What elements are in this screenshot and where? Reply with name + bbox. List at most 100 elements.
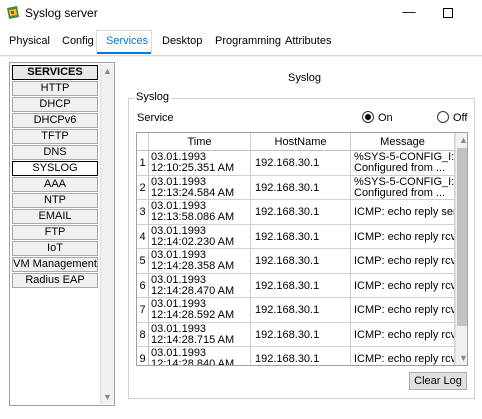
sidebar-scrollbar[interactable]: ▲ ▼: [100, 64, 114, 404]
tab-physical[interactable]: Physical: [9, 35, 50, 47]
cell-message-line1: ICMP: echo reply rcv...: [354, 304, 455, 316]
sidebar-item-syslog[interactable]: SYSLOG: [12, 161, 98, 176]
syslog-server-window: Syslog server — Physical Config Services…: [0, 0, 482, 419]
sidebar-item-ftp[interactable]: FTP: [12, 225, 98, 240]
scroll-up-icon[interactable]: ▲: [103, 66, 112, 76]
cell-time: 03.01.1993 12:14:28.358 AM: [149, 249, 251, 273]
table-row[interactable]: 7 03.01.1993 12:14:28.592 AM 192.168.30.1 IC…: [137, 298, 455, 323]
service-off-label[interactable]: Off: [453, 112, 467, 124]
table-row[interactable]: 1 03.01.1993 12:10:25.351 AM 192.168.30.1 %S…: [137, 151, 455, 176]
syslog-group-label: Syslog: [134, 91, 172, 103]
cell-message: ICMP: echo reply rcv...: [351, 273, 455, 297]
table-row[interactable]: 5 03.01.1993 12:14:28.358 AM 192.168.30.1 IC…: [137, 249, 455, 274]
cell-hostname: 192.168.30.1: [251, 175, 351, 199]
cell-clock: 12:14:28.840 AM: [151, 358, 235, 366]
cell-message-line2: Configured from ...: [354, 162, 446, 174]
service-label: Service: [137, 112, 174, 124]
services-list: SERVICES HTTP DHCP DHCPv6 TFTP DNS SYSLO…: [11, 64, 99, 288]
sidebar-item-vm-management[interactable]: VM Management: [12, 257, 98, 272]
cell-message: %SYS-5-CONFIG_I: Configured from ...: [351, 151, 455, 175]
cell-hostname: 192.168.30.1: [251, 200, 351, 224]
cell-hostname: 192.168.30.1: [251, 347, 351, 365]
cell-message: ICMP: echo reply rcv...: [351, 298, 455, 322]
cell-message-line1: ICMP: echo reply rcv...: [354, 328, 455, 341]
column-header-hostname[interactable]: HostName: [251, 133, 351, 151]
page-title: Syslog: [288, 72, 322, 84]
cell-hostname: 192.168.30.1: [251, 249, 351, 273]
scrollbar-thumb[interactable]: [457, 148, 467, 326]
row-index: 7: [137, 298, 149, 322]
sidebar-item-dns[interactable]: DNS: [12, 145, 98, 160]
cell-time: 03.01.1993 12:10:25.351 AM: [149, 151, 251, 175]
sidebar-item-radius-eap[interactable]: Radius EAP: [12, 273, 98, 288]
minimize-button[interactable]: —: [389, 0, 429, 26]
sidebar-item-email[interactable]: EMAIL: [12, 209, 98, 224]
tab-active-indicator: [97, 52, 151, 54]
cell-hostname: 192.168.30.1: [251, 322, 351, 346]
cell-message-line1: ICMP: echo reply rcv...: [354, 353, 455, 365]
table-row[interactable]: 9 03.01.1993 12:14:28.840 AM 192.168.30.1 IC…: [137, 347, 455, 366]
service-on-label[interactable]: On: [378, 112, 393, 124]
tab-desktop[interactable]: Desktop: [162, 35, 202, 47]
cell-date: 03.01.1993: [151, 175, 207, 188]
cell-clock: 12:14:28.592 AM: [151, 309, 235, 321]
scroll-down-icon[interactable]: ▼: [103, 392, 112, 402]
maximize-icon: [443, 8, 453, 18]
syslog-table: Time HostName Message 1 03.01.1993 12:10:2…: [136, 132, 468, 366]
sidebar-item-iot[interactable]: IoT: [12, 241, 98, 256]
cell-message: %SYS-5-CONFIG_I: Configured from ...: [351, 175, 455, 199]
cell-time: 03.01.1993 12:14:28.592 AM: [149, 298, 251, 322]
services-header: SERVICES: [12, 65, 98, 80]
table-row[interactable]: 4 03.01.1993 12:14:02.230 AM 192.168.30.1 IC…: [137, 224, 455, 249]
table-body: 1 03.01.1993 12:10:25.351 AM 192.168.30.1 %S…: [137, 151, 455, 366]
tab-services[interactable]: Services: [106, 35, 148, 47]
services-sidebar: SERVICES HTTP DHCP DHCPv6 TFTP DNS SYSLO…: [9, 62, 115, 406]
cell-clock: 12:13:24.584 AM: [151, 186, 235, 199]
sidebar-item-tftp[interactable]: TFTP: [12, 129, 98, 144]
cell-time: 03.01.1993 12:13:58.086 AM: [149, 200, 251, 224]
cell-hostname: 192.168.30.1: [251, 273, 351, 297]
maximize-button[interactable]: [428, 0, 468, 26]
cell-message-line1: ICMP: echo reply sent...: [354, 206, 454, 218]
table-row[interactable]: 8 03.01.1993 12:14:28.715 AM 192.168.30.1 IC…: [137, 322, 455, 347]
table-row[interactable]: 2 03.01.1993 12:13:24.584 AM 192.168.30.1 %S…: [137, 175, 455, 200]
scroll-down-icon[interactable]: ▼: [459, 353, 467, 363]
clear-log-button[interactable]: Clear Log: [409, 372, 467, 390]
cell-clock: 12:14:28.470 AM: [151, 284, 235, 297]
table-scrollbar[interactable]: ▲ ▼: [455, 133, 467, 365]
row-index: 1: [137, 151, 149, 175]
tab-attributes[interactable]: Attributes: [285, 35, 331, 47]
column-header-message[interactable]: Message: [351, 133, 455, 151]
cell-message-line1: ICMP: echo reply rcv...: [354, 255, 455, 267]
row-index: 8: [137, 322, 149, 346]
cell-message-line2: Configured from ...: [354, 186, 446, 199]
packet-tracer-app-icon: [7, 6, 19, 19]
cell-clock: 12:14:28.715 AM: [151, 333, 235, 346]
column-header-index: [137, 133, 149, 151]
sidebar-item-dhcpv6[interactable]: DHCPv6: [12, 113, 98, 128]
tab-programming[interactable]: Programming: [215, 35, 281, 47]
cell-hostname: 192.168.30.1: [251, 298, 351, 322]
cell-date: 03.01.1993: [151, 224, 207, 237]
row-index: 6: [137, 273, 149, 297]
cell-clock: 12:14:28.358 AM: [151, 260, 235, 272]
minimize-icon: —: [402, 4, 416, 19]
cell-message: ICMP: echo reply rcv...: [351, 249, 455, 273]
row-index: 9: [137, 347, 149, 365]
table-row[interactable]: 3 03.01.1993 12:13:58.086 AM 192.168.30.1 IC…: [137, 200, 455, 225]
sidebar-item-aaa[interactable]: AAA: [12, 177, 98, 192]
table-header: Time HostName Message: [137, 133, 455, 151]
sidebar-item-ntp[interactable]: NTP: [12, 193, 98, 208]
sidebar-item-dhcp[interactable]: DHCP: [12, 97, 98, 112]
tab-config[interactable]: Config: [62, 35, 94, 47]
service-on-radio[interactable]: [362, 111, 374, 123]
sidebar-item-http[interactable]: HTTP: [12, 81, 98, 96]
row-index: 4: [137, 224, 149, 248]
cell-date: 03.01.1993: [151, 273, 207, 286]
table-row[interactable]: 6 03.01.1993 12:14:28.470 AM 192.168.30.1 IC…: [137, 273, 455, 298]
scroll-up-icon[interactable]: ▲: [459, 135, 467, 145]
service-off-radio[interactable]: [437, 111, 449, 123]
column-header-time[interactable]: Time: [149, 133, 251, 151]
cell-message: ICMP: echo reply rcv...: [351, 347, 455, 365]
tab-bar: Physical Config Services Desktop Program…: [0, 26, 482, 56]
